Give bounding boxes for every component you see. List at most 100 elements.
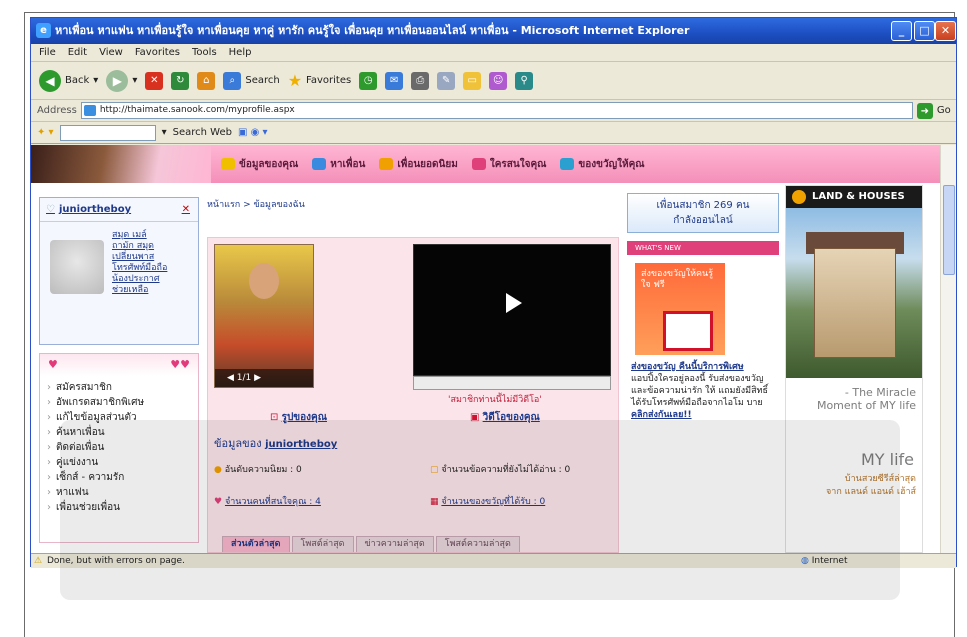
user-link-inbox[interactable]: ถามัก สมุด	[112, 241, 167, 252]
nav-gifts[interactable]: ของขวัญให้คุณ	[560, 157, 645, 172]
heart-icon	[471, 158, 486, 170]
home-icon[interactable]: ⌂	[197, 71, 216, 90]
photo-controls: ◀ 1/1 ▶	[215, 369, 313, 387]
profile-photo[interactable]: ◀ 1/1 ▶	[214, 244, 314, 388]
search-icon: ⌕	[223, 71, 242, 90]
page-content: ข้อมูลของคุณ หาเพื่อน เพื่อนยอดนิยม ใครส…	[31, 145, 941, 553]
menu-help[interactable]: Help	[229, 44, 252, 61]
profile-tabs: ส่วนตัวล่าสุด โพสต์ล่าสุด ข่าวความล่าสุด…	[222, 536, 520, 552]
video-seekbar[interactable]	[413, 376, 611, 390]
gift-promo-image[interactable]: ส่งของขวัญให้คนรู้ใจ ฟรี	[635, 263, 725, 355]
nav-find-friends[interactable]: หาเพื่อน	[312, 157, 365, 172]
video-note: 'สมาชิกท่านนี้ไม่มีวิดีโอ'	[448, 395, 542, 405]
back-button[interactable]: ◀ Back ▾	[39, 69, 98, 92]
zone-area: ◍ Internet	[801, 556, 848, 566]
side-menu-item[interactable]: แก้ไขข้อมูลส่วนตัว	[40, 410, 198, 425]
research-icon[interactable]: ⚲	[515, 71, 534, 90]
mail-icon[interactable]: ✉	[385, 71, 404, 90]
refresh-icon[interactable]: ↻	[171, 71, 190, 90]
tab-latest-news[interactable]: ข่าวความล่าสุด	[355, 536, 434, 552]
tab-latest-posts[interactable]: โพสต์ล่าสุด	[291, 536, 354, 552]
ad-tagline-1: - The Miracle	[844, 386, 916, 399]
gifts-link[interactable]: จำนวนของขวัญที่ได้รับ : 0	[441, 497, 545, 507]
messenger-icon[interactable]: ☺	[489, 71, 508, 90]
interest-link[interactable]: จำนวนคนที่สนใจคุณ : 4	[225, 497, 321, 507]
edit-icon[interactable]: ✎	[437, 71, 456, 90]
close-button[interactable]: ✕	[935, 21, 956, 41]
search-button[interactable]: ⌕ Search	[223, 71, 280, 90]
scroll-thumb[interactable]	[943, 185, 955, 275]
forward-button[interactable]: ▶ ▾	[106, 69, 137, 92]
search-toolbar: ✦ ▾ ▾ Search Web ▣ ◉ ▾	[31, 122, 956, 144]
message-icon: ▢	[430, 465, 439, 475]
menu-edit[interactable]: Edit	[68, 44, 87, 61]
info-username-link[interactable]: juniortheboy	[265, 439, 337, 450]
status-warning-icon: ⚠	[34, 556, 43, 566]
advertisement[interactable]: LAND & HOUSES - The Miracle Moment of MY …	[785, 185, 923, 553]
house-image	[786, 208, 922, 378]
go-label[interactable]: Go	[937, 105, 951, 116]
side-menu-item[interactable]: สมัครสมาชิก	[40, 380, 198, 395]
gift-box-icon: ▦	[430, 497, 439, 507]
user-links: สมุด เมล์ ถามัก สมุด เปลี่ยนพาส โทรศัพท์…	[112, 230, 167, 296]
maximize-button[interactable]: □	[914, 21, 935, 41]
menu-file[interactable]: File	[39, 44, 56, 61]
side-menu-item[interactable]: ติดต่อเพื่อน	[40, 440, 198, 455]
prev-photo-icon[interactable]: ◀	[227, 373, 234, 383]
nav-your-info[interactable]: ข้อมูลของคุณ	[221, 157, 298, 172]
side-menu-item[interactable]: ค้นหาเพื่อน	[40, 425, 198, 440]
address-input[interactable]: http://thaimate.sanook.com/myprofile.asp…	[80, 102, 913, 119]
folder-icon[interactable]: ▭	[463, 71, 482, 90]
user-link-password[interactable]: เปลี่ยนพาส	[112, 252, 167, 263]
minimize-button[interactable]: _	[891, 21, 912, 41]
side-menu-item[interactable]: คู่แข่งงาน	[40, 455, 198, 470]
side-menu-item[interactable]: เพื่อนช่วยเพื่อน	[40, 500, 198, 515]
browser-window: e หาเพื่อน หาแฟน หาเพื่อนรู้ใจ หาเพื่อนค…	[30, 17, 957, 568]
window-title: หาเพื่อน หาแฟน หาเพื่อนรู้ใจ หาเพื่อนคุย…	[55, 24, 690, 37]
nav-interested[interactable]: ใครสนใจคุณ	[471, 157, 546, 172]
user-link-help[interactable]: ช่วยเหลือ	[112, 285, 167, 296]
go-arrow-icon[interactable]: ➜	[916, 102, 933, 119]
tab-latest-messages[interactable]: โพสต์ความล่าสุด	[435, 536, 520, 552]
rank-row: ● อันดับความนิยม : 0	[214, 465, 302, 475]
menu-view[interactable]: View	[99, 44, 123, 61]
title-bar: e หาเพื่อน หาแฟน หาเพื่อนรู้ใจ หาเพื่อนค…	[31, 18, 956, 44]
username-link[interactable]: ♡ juniortheboy ✕	[40, 198, 198, 222]
next-photo-icon[interactable]: ▶	[254, 373, 261, 383]
user-link-mail[interactable]: สมุด เมล์	[112, 230, 167, 241]
close-user-box-icon[interactable]: ✕	[182, 204, 190, 215]
stop-icon[interactable]: ✕	[145, 71, 164, 90]
search-input[interactable]	[59, 124, 156, 141]
side-menu-item[interactable]: หาแฟน	[40, 485, 198, 500]
user-link-announce[interactable]: น้องประกาศ	[112, 274, 167, 285]
history-icon[interactable]: ◷	[359, 71, 378, 90]
video-player[interactable]	[413, 244, 611, 376]
online-count: เพื่อนสมาชิก 269 คน	[656, 200, 750, 211]
video-link[interactable]: วิดีโอของคุณ	[483, 412, 540, 423]
photo-link[interactable]: รูปของคุณ	[282, 412, 327, 423]
play-icon[interactable]	[506, 293, 522, 313]
center-column: หน้าแรก > ข้อมูลของฉัน ◀ 1/1 ▶ 'สมาชิกท่…	[207, 197, 619, 553]
vertical-scrollbar[interactable]	[940, 145, 956, 553]
heart-outline-icon: ♡	[46, 204, 55, 215]
left-column: ♡ juniortheboy ✕ สมุด เมล์ ถามัก สมุด เปลี…	[39, 197, 199, 547]
breadcrumb[interactable]: หน้าแรก > ข้อมูลของฉัน	[207, 197, 619, 213]
side-menu-item[interactable]: เซ็กส์ - ความรัก	[40, 470, 198, 485]
search-options-icon[interactable]: ▣ ◉ ▾	[238, 127, 268, 138]
user-link-mobile[interactable]: โทรศัพท์มือถือ	[112, 263, 167, 274]
favorites-button[interactable]: ★ Favorites	[288, 71, 352, 90]
menu-favorites[interactable]: Favorites	[135, 44, 180, 61]
tab-latest-personal[interactable]: ส่วนตัวล่าสุด	[222, 536, 290, 552]
online-label: กำลังออนไลน์	[673, 215, 733, 226]
rank-icon: ●	[214, 465, 222, 475]
search-dropdown-icon[interactable]: ▾	[162, 127, 167, 138]
side-menu-item[interactable]: อัพเกรดสมาชิกพิเศษ	[40, 395, 198, 410]
gift-box-graphic	[663, 311, 713, 351]
gift-promo-title[interactable]: ส่งของขวัญ คืนนี้บริการพิเศษ	[631, 361, 775, 373]
menu-tools[interactable]: Tools	[192, 44, 217, 61]
interest-row: ♥ จำนวนคนที่สนใจคุณ : 4	[214, 494, 321, 508]
search-web-button[interactable]: Search Web	[173, 127, 232, 138]
print-icon[interactable]: ⎙	[411, 71, 430, 90]
nav-popular[interactable]: เพื่อนยอดนิยม	[379, 157, 458, 172]
gift-promo-link[interactable]: คลิกส่งกันเลย!!	[631, 409, 775, 421]
